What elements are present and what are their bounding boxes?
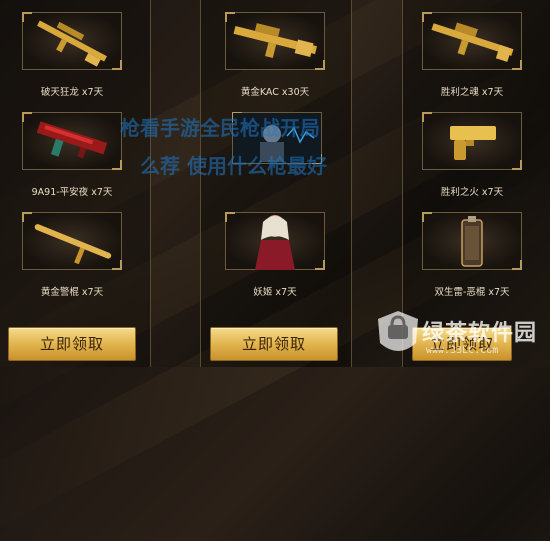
item-label: 黄金警棍 x7天: [40, 287, 104, 298]
item-label: 9A91-平安夜 x7天: [31, 187, 113, 198]
overlay-title-line1: 枪看手游全民枪战开局: [120, 116, 320, 140]
watermark-url: www.33LC.com: [426, 345, 499, 356]
grenade-icon: [461, 216, 483, 267]
overlay-title-line2: 么荐 使用什么枪最好: [140, 154, 327, 178]
claim-button-2[interactable]: 立即领取: [210, 327, 338, 361]
shield-logo-icon: [378, 311, 418, 351]
item-label: 双生雷-恶棍 x7天: [434, 287, 510, 298]
item-label: 黄金KAC x30天: [240, 87, 310, 98]
item-label: 胜利之魂 x7天: [440, 87, 504, 98]
gold-pistol-icon: [450, 126, 496, 160]
red-smg-icon: [36, 121, 108, 159]
female-character-icon: [255, 215, 295, 270]
watermark: 绿茶软件园 www.33LC.com: [376, 307, 546, 365]
gold-machine-gun-icon: [233, 23, 317, 58]
item-label: 胜利之火 x7天: [440, 187, 504, 198]
gold-baton-icon: [34, 224, 112, 265]
gold-assault-rifle-icon: [431, 22, 514, 62]
gold-sniper-rifle-icon: [37, 20, 107, 67]
claim-button-1[interactable]: 立即领取: [8, 327, 136, 361]
item-label: 破天狂龙 x7天: [40, 87, 104, 98]
item-label: 妖姬 x7天: [253, 287, 297, 298]
watermark-brand: 绿茶软件园: [422, 321, 538, 346]
